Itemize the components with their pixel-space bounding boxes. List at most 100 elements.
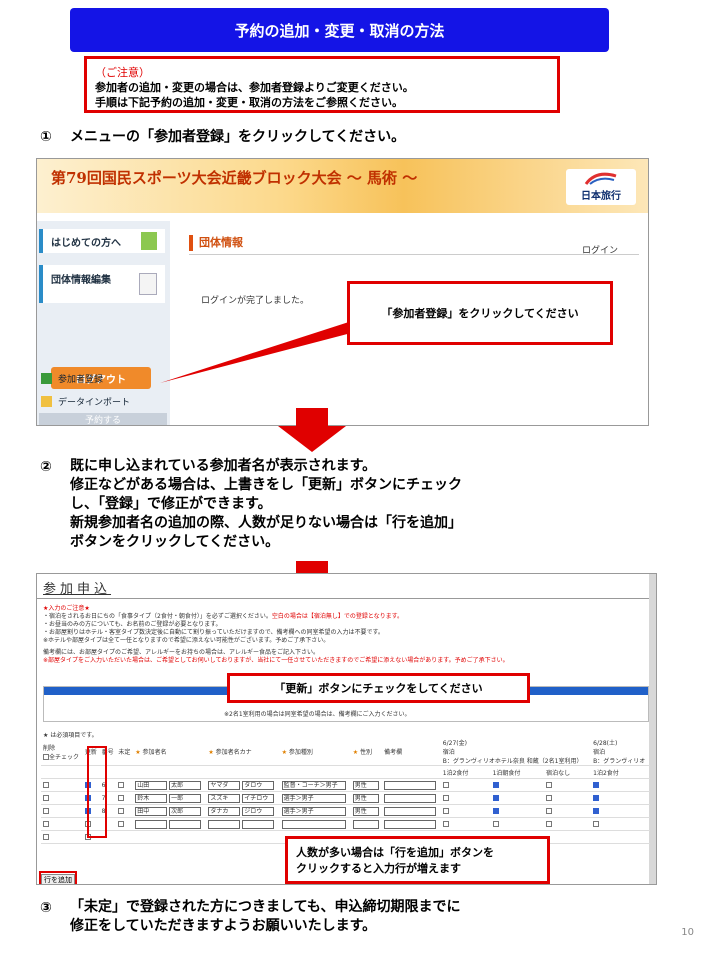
type-select[interactable]: [281, 819, 346, 829]
undecided-checkbox[interactable]: [118, 821, 125, 827]
delete-checkbox[interactable]: [43, 808, 49, 814]
first-kana-input[interactable]: タロウ: [242, 780, 275, 790]
last-kana-input[interactable]: ヤマダ: [208, 780, 241, 790]
sidebar-item-data-import[interactable]: データインポート: [41, 395, 130, 408]
remarks-input[interactable]: [384, 793, 437, 803]
first-name-input[interactable]: [169, 819, 202, 829]
update-column-highlight: [87, 746, 107, 838]
first-kana-input[interactable]: [242, 819, 275, 829]
undecided-checkbox[interactable]: [118, 795, 125, 801]
page-number: 10: [681, 927, 694, 938]
banner-title: 第79回国民スポーツ大会近畿ブロック大会 〜 馬術 〜: [51, 169, 418, 187]
notice-heading: （ご注意）: [95, 66, 150, 79]
delete-checkbox[interactable]: [43, 821, 49, 827]
undecided-checkbox[interactable]: [118, 782, 125, 788]
login-link[interactable]: ログイン: [582, 243, 618, 256]
last-name-input[interactable]: 山田: [135, 780, 168, 790]
step-2-line-2: 修正などがある場合は、上書きをし「更新」ボタンにチェック: [70, 477, 462, 493]
sidebar-item-first-time[interactable]: はじめての方へ: [39, 229, 165, 253]
type-select[interactable]: 選手＞男子: [281, 806, 346, 816]
notice-line-2: 手順は下記予約の追加・変更・取消の方法をご参照ください。: [95, 96, 403, 109]
type-select[interactable]: 監督・コーチ＞男子: [281, 780, 346, 790]
sex-select[interactable]: [352, 819, 379, 829]
notice-line-1: 参加者の追加・変更の場合は、参加者登録よりご変更ください。: [95, 81, 414, 94]
remarks-input[interactable]: [384, 780, 437, 790]
meal-checkbox[interactable]: [593, 821, 600, 827]
meal-checkbox[interactable]: [593, 795, 600, 801]
callout-update-checkbox: 「更新」ボタンにチェックをしてください: [227, 673, 530, 703]
col-type: ★ 参加種別: [279, 738, 351, 766]
type-select[interactable]: 選手＞男子: [281, 793, 346, 803]
sex-select[interactable]: 男性: [352, 793, 379, 803]
delete-checkbox[interactable]: [43, 834, 49, 840]
meal-checkbox[interactable]: [492, 821, 499, 827]
meal-checkbox[interactable]: [442, 808, 449, 814]
step-2-line-3: し、「登録」で修正ができます。: [70, 496, 272, 512]
remarks-input[interactable]: [384, 819, 437, 829]
col-name-kana: ★ 参加者名カナ: [206, 738, 280, 766]
add-row-button[interactable]: 行を追加: [41, 874, 75, 884]
step-3-line-1: 「未定」で登録された方につきましても、申込締切期限までに: [70, 899, 461, 915]
page-title: 予約の追加・変更・取消の方法: [70, 8, 609, 52]
step-2-text: 既に申し込まれている参加者名が表示されます。 修正などがある場合は、上書きをし「…: [70, 457, 462, 552]
meal-checkbox[interactable]: [546, 808, 553, 814]
meal-checkbox[interactable]: [442, 795, 449, 801]
col-undecided: 未定: [116, 738, 134, 766]
heading-divider: [37, 598, 650, 599]
step-1-number: ①: [40, 129, 52, 145]
sidebar-group-edit-label: 団体情報編集: [51, 275, 111, 286]
meal-checkbox[interactable]: [546, 782, 553, 788]
step-1-text: メニューの「参加者登録」をクリックしてください。: [70, 129, 406, 145]
step-2-line-1: 既に申し込まれている参加者名が表示されます。: [70, 458, 377, 474]
undecided-checkbox[interactable]: [118, 808, 125, 814]
sidebar-first-time-label: はじめての方へ: [51, 237, 121, 249]
last-kana-input[interactable]: スズキ: [208, 793, 241, 803]
meal-checkbox[interactable]: [492, 795, 499, 801]
callout-add-row-line-1: 人数が多い場合は「行を追加」ボタンを: [296, 846, 494, 859]
delete-checkbox[interactable]: [43, 795, 49, 801]
meal-checkbox[interactable]: [492, 782, 499, 788]
form-heading: 参加申込: [43, 582, 112, 597]
meal-option: 1泊朝食付: [490, 765, 545, 779]
meal-option: 1泊2食付: [440, 765, 491, 779]
meal-checkbox[interactable]: [442, 782, 449, 788]
last-name-input[interactable]: 鈴木: [135, 793, 168, 803]
col-date-1: 6/27(金) 宿泊 B：グランヴィリオホテル奈良 和蔵（2名1室利用）: [440, 738, 592, 766]
sex-select[interactable]: 男性: [352, 780, 379, 790]
table-header-row: 削除 全チェック 更新 番号 未定 ★ 参加者名 ★ 参加者名カナ ★ 参加種別 …: [41, 738, 650, 766]
import-icon: [41, 396, 52, 407]
delete-checkbox[interactable]: [43, 782, 49, 788]
book-icon: [141, 232, 157, 250]
meal-checkbox[interactable]: [546, 795, 553, 801]
col-name: ★ 参加者名: [133, 738, 207, 766]
col-date-2: 6/28(土) 宿泊 B：グランヴィリオ: [591, 738, 650, 766]
sidebar-item-participant-registration[interactable]: 参加者登録: [41, 372, 103, 385]
meal-option: 1泊2食付: [591, 765, 650, 779]
down-arrow-icon: [278, 408, 346, 452]
scrollbar[interactable]: [649, 574, 656, 884]
login-complete-message: ログインが完了しました。: [201, 296, 310, 306]
notes-title: ★入力のご注意★: [43, 605, 90, 612]
first-kana-input[interactable]: ジロウ: [242, 806, 275, 816]
logo-text: 日本旅行: [581, 191, 621, 202]
remarks-input[interactable]: [384, 806, 437, 816]
first-kana-input[interactable]: イチロウ: [242, 793, 275, 803]
meal-checkbox[interactable]: [492, 808, 499, 814]
first-name-input[interactable]: 次郎: [169, 806, 202, 816]
reserve-section-header: 予約する: [39, 413, 167, 425]
meal-checkbox[interactable]: [593, 782, 600, 788]
meal-checkbox[interactable]: [442, 821, 449, 827]
info-panel-text: ※2名1室利用の場合は同室希望の場合は、備考欄にご入力ください。: [224, 711, 411, 718]
first-name-input[interactable]: 一郎: [169, 793, 202, 803]
sidebar-item-group-edit[interactable]: 団体情報編集: [39, 265, 165, 303]
last-name-input[interactable]: 田中: [135, 806, 168, 816]
meal-checkbox[interactable]: [593, 808, 600, 814]
last-kana-input[interactable]: タナカ: [208, 806, 241, 816]
meal-checkbox[interactable]: [546, 821, 553, 827]
note-red-2: ※部屋タイプをご入力いただいた場合は、ご希望としてお伺いしておりますが、当社にて…: [43, 657, 509, 664]
sex-select[interactable]: 男性: [352, 806, 379, 816]
col-sex: ★ 性別: [350, 738, 383, 766]
first-name-input[interactable]: 太郎: [169, 780, 202, 790]
last-name-input[interactable]: [135, 819, 168, 829]
last-kana-input[interactable]: [208, 819, 241, 829]
